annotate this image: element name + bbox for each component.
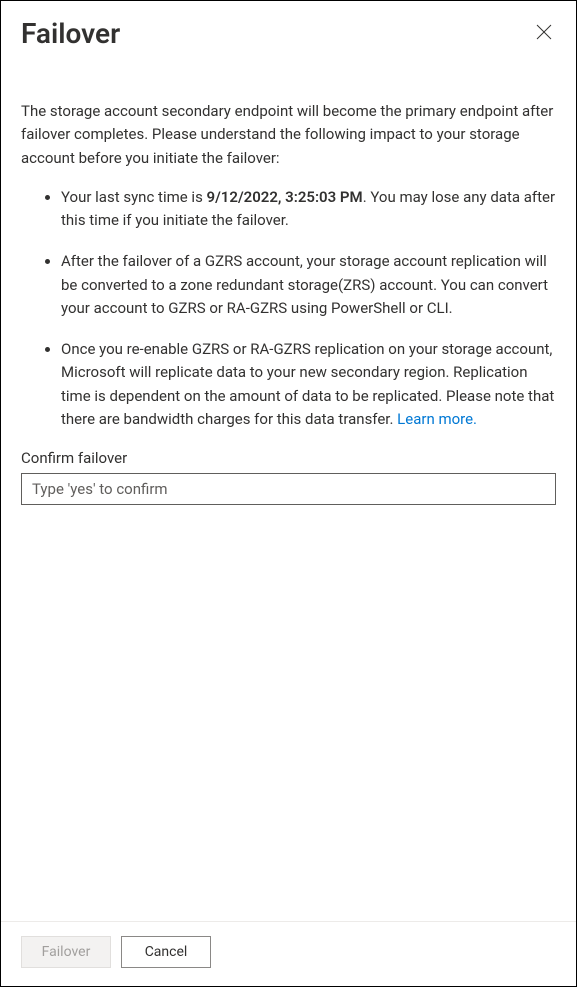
close-icon [536,24,552,43]
intro-text: The storage account secondary endpoint w… [21,100,556,170]
panel-header: Failover [1,1,576,50]
impact-list: Your last sync time is 9/12/2022, 3:25:0… [21,186,556,431]
cancel-button[interactable]: Cancel [121,936,211,968]
panel-footer: Failover Cancel [1,921,576,986]
panel-body: The storage account secondary endpoint w… [1,50,576,921]
replication-text: Once you re-enable GZRS or RA-GZRS repli… [61,340,554,428]
learn-more-link[interactable]: Learn more. [397,410,477,428]
close-button[interactable] [532,20,556,47]
sync-time-value: 9/12/2022, 3:25:03 PM [207,188,363,206]
list-item: Once you re-enable GZRS or RA-GZRS repli… [61,338,556,431]
list-item: Your last sync time is 9/12/2022, 3:25:0… [61,186,556,233]
confirm-label: Confirm failover [21,449,556,467]
panel-title: Failover [21,17,120,50]
confirm-input[interactable] [21,473,556,505]
failover-button[interactable]: Failover [21,936,111,968]
sync-time-prefix: Your last sync time is [61,188,207,206]
list-item: After the failover of a GZRS account, yo… [61,250,556,320]
